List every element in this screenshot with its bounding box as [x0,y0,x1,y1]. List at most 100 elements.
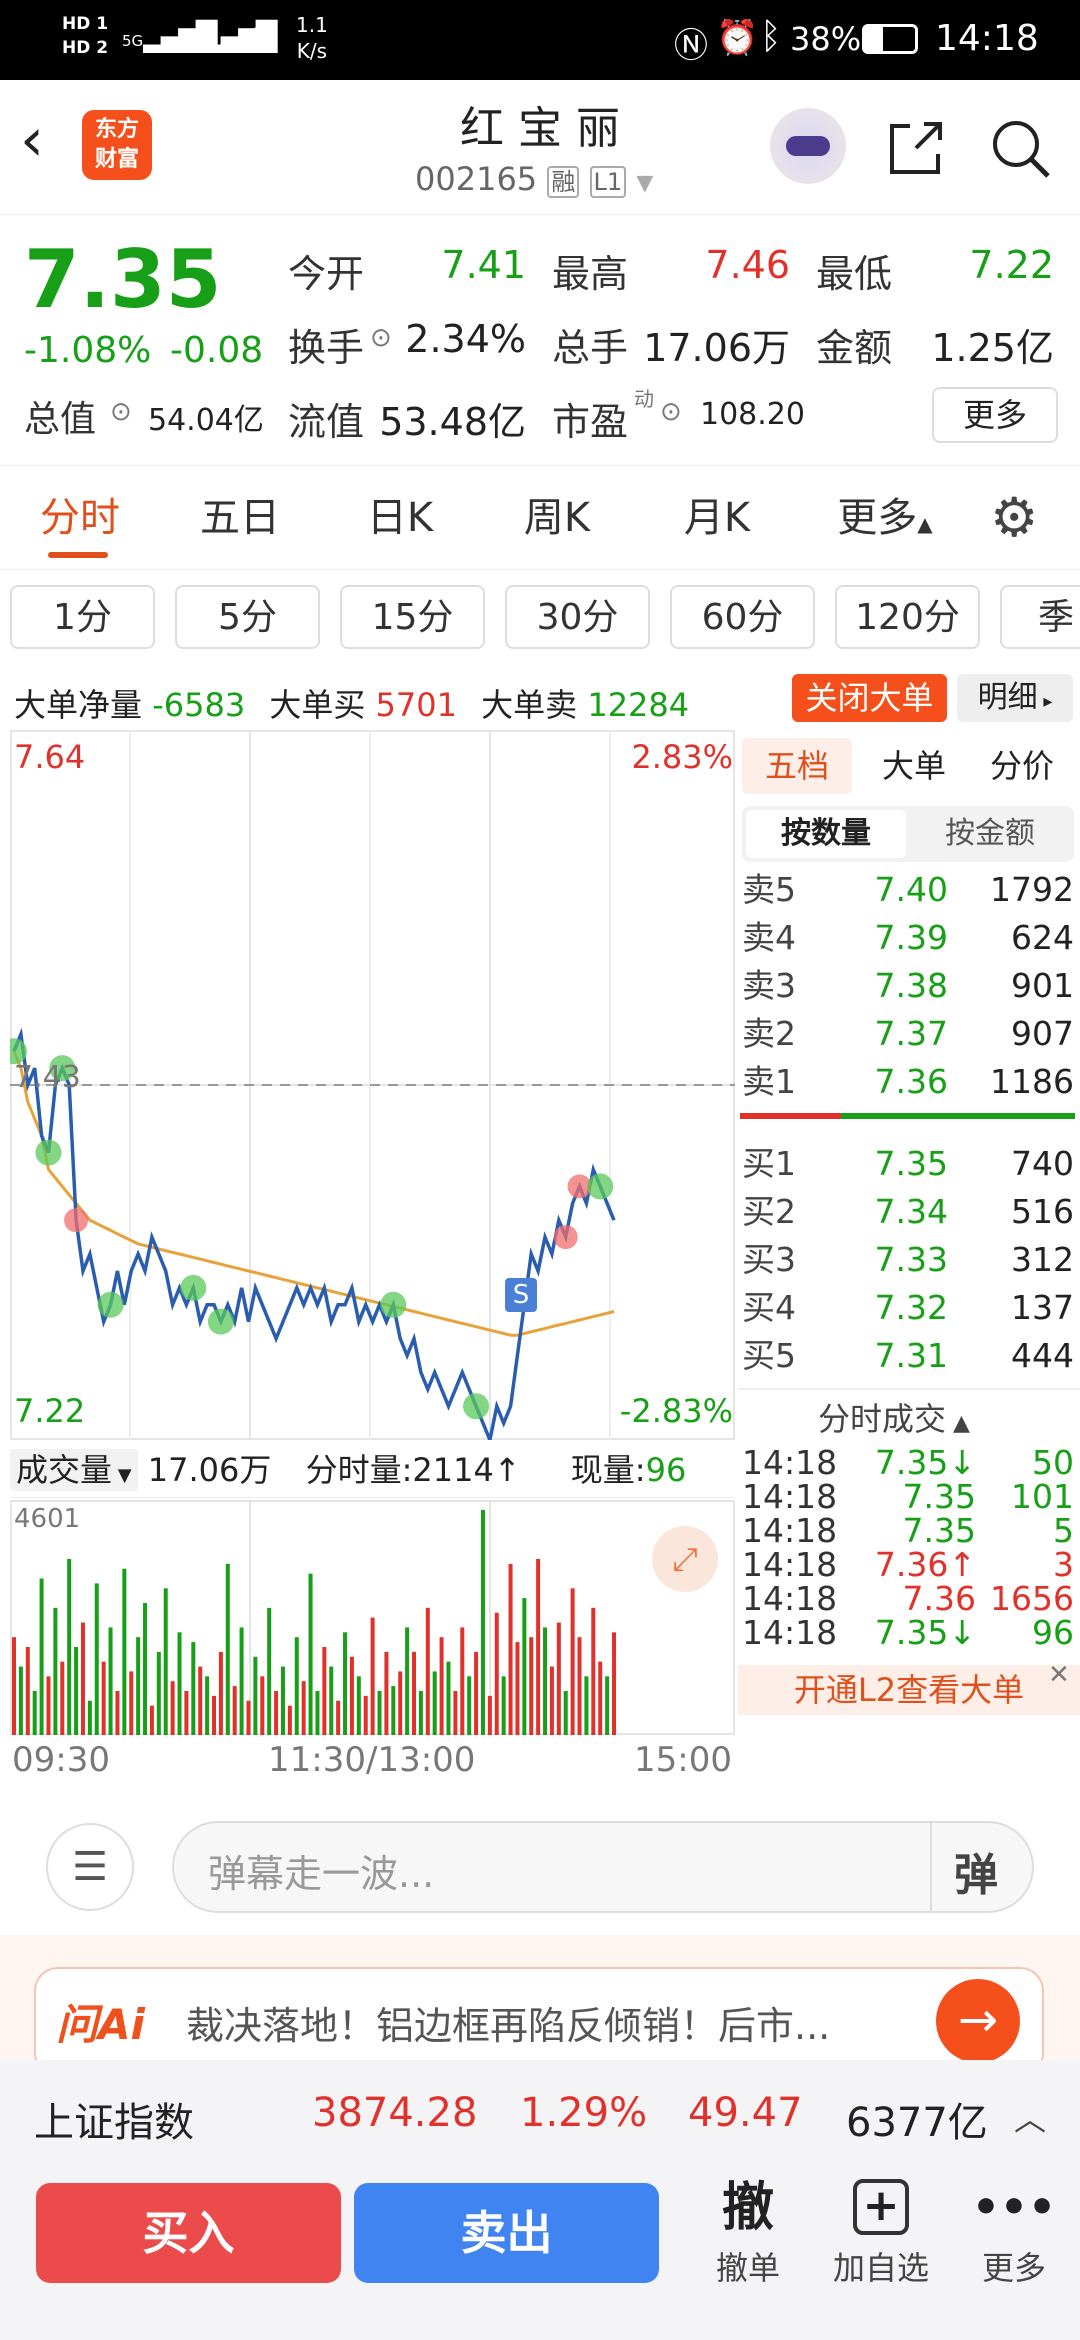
volume-bar [529,1637,534,1735]
volume-bar [25,1646,30,1735]
session-marker[interactable]: S [505,1278,537,1312]
info-icon[interactable]: ⊙ [370,323,392,353]
trade-qty: 50 [1032,1443,1074,1482]
volume-bar [308,1573,313,1735]
bid-level-price: 7.31 [874,1336,948,1375]
l2-upsell-banner[interactable]: 开通L2查看大单 [738,1665,1080,1715]
tab-five-level[interactable]: 五档 [742,738,852,794]
danmu-input[interactable]: 弹幕走一波... 弹 [172,1821,1034,1913]
stock-name: 红 宝 丽 [460,103,620,154]
volume-bar [598,1661,603,1735]
volume-bar [39,1578,44,1735]
tab-daily-k[interactable]: 日K [340,466,460,571]
sell-signal-dot [35,1139,62,1166]
by-amount-button[interactable]: 按金额 [910,810,1070,858]
cancel-order-button[interactable]: 撤 撤单 [700,2173,796,2289]
sell-button[interactable]: 卖出 [354,2183,659,2283]
volume-bar [53,1607,58,1735]
fullscreen-icon[interactable]: ⤢ [652,1526,718,1592]
pct-axis-bottom-label: -2.83% [619,1392,733,1430]
add-watchlist-button[interactable]: + 加自选 [828,2173,934,2289]
info-icon[interactable]: ⊙ [660,397,682,427]
volume-bar [225,1563,230,1735]
volume-value: 17.06万 [643,326,790,370]
close-icon[interactable]: ✕ [1048,1660,1070,1690]
tab-monthly-k[interactable]: 月K [657,466,777,571]
period-120min-button[interactable]: 120分 [835,585,980,649]
ask-level-row[interactable]: 卖2 7.37 907 [738,1010,1080,1058]
big-order-bar: 大单净量 -6583 大单买 5701 大单卖 12284 关闭大单 明细 ▸ [0,670,1080,730]
period-15min-button[interactable]: 15分 [340,585,485,649]
tab-big-orders[interactable]: 大单 [864,738,964,794]
share-icon[interactable] [886,118,946,178]
period-1min-button[interactable]: 1分 [10,585,155,649]
volume-bar [474,1651,479,1735]
stock-code-line[interactable]: 002165 融 L1 ▼ [415,160,653,198]
period-quarter-button[interactable]: 季 [1000,585,1080,649]
more-actions-button[interactable]: ••• 更多 [966,2173,1062,2289]
volume-bar [336,1700,341,1735]
cur-volume-value: 96 [645,1451,687,1489]
bid-level-row[interactable]: 买4 7.32 137 [738,1284,1080,1332]
ask-level-row[interactable]: 卖3 7.38 901 [738,962,1080,1010]
volume-bar [418,1690,423,1735]
period-60min-button[interactable]: 60分 [670,585,815,649]
bid-level-row[interactable]: 买3 7.33 312 [738,1236,1080,1284]
trade-price: 7.35↓ [874,1613,976,1652]
ask-level-row[interactable]: 卖5 7.40 1792 [738,866,1080,914]
more-quote-button[interactable]: 更多 [932,387,1058,443]
ask-level-row[interactable]: 卖1 7.36 1186 [738,1058,1080,1106]
danmu-send-icon[interactable]: 弹 [954,1839,998,1903]
volume-chart[interactable]: 4601 ⤢ [10,1500,735,1735]
volume-bar [205,1676,210,1735]
trade-time: 14:18 [742,1443,838,1482]
intraday-chart[interactable]: 7.64 2.83% 7.43 7.22 -2.83% S [1,730,735,1447]
period-5min-button[interactable]: 5分 [175,585,320,649]
volume-bar [391,1686,396,1735]
volume-bar [136,1637,141,1735]
bid-level-row[interactable]: 买2 7.34 516 [738,1188,1080,1236]
danmu-settings-icon[interactable]: ☰ [46,1823,134,1911]
ask-level-price: 7.40 [874,870,948,909]
bid-level-row[interactable]: 买1 7.35 740 [738,1140,1080,1188]
x-label-close: 15:00 [634,1740,732,1780]
info-icon[interactable]: ⊙ [110,397,132,427]
tab-price-dist[interactable]: 分价 [972,738,1072,794]
bid-level-row[interactable]: 买5 7.31 444 [738,1332,1080,1380]
by-quantity-button[interactable]: 按数量 [746,810,906,858]
change-amount: -0.08 [170,330,264,371]
volume-bar [149,1705,154,1735]
ask-level-qty: 1186 [990,1062,1074,1101]
detail-button[interactable]: 明细 ▸ [957,674,1073,722]
volume-bar [46,1676,51,1735]
pe-value: 108.20 [700,397,805,432]
tab-weekly-k[interactable]: 周K [497,466,617,571]
volume-bar [156,1651,161,1735]
chevron-up-icon[interactable]: ︿ [1014,2094,1046,2140]
volume-indicator-select[interactable]: 成交量 ▼ [10,1449,138,1491]
volume-bar [212,1695,216,1735]
settings-icon[interactable]: ⚙ [990,488,1038,548]
buy-button[interactable]: 买入 [36,2183,341,2283]
arrow-right-icon[interactable]: → [936,1979,1020,2063]
sell-signal-dot [463,1393,490,1420]
tab-more[interactable]: 更多▲ [820,466,950,571]
sell-signal-dot [207,1308,234,1335]
more-actions-label: 更多 [981,2249,1046,2287]
trades-title[interactable]: 分时成交 ▲ [818,1394,970,1440]
index-bar[interactable]: 上证指数 3874.28 1.29% 49.47 6377亿 ︿ [0,2060,1080,2165]
ask-level-row[interactable]: 卖4 7.39 624 [738,914,1080,962]
pe-dynamic-mark: 动 [634,387,654,411]
tab-five-day[interactable]: 五日 [180,466,300,571]
close-big-order-button[interactable]: 关闭大单 [792,674,947,722]
battery-percent: 38% [790,20,862,58]
period-30min-button[interactable]: 30分 [505,585,650,649]
ask-level-qty: 901 [1011,966,1074,1005]
back-icon[interactable]: ‹ [20,110,44,170]
market-cap-value: 54.04亿 [148,403,264,438]
bid-level-price: 7.33 [874,1240,948,1279]
ask-level-qty: 624 [1011,918,1074,957]
search-icon[interactable] [990,118,1052,180]
robot-assistant-icon[interactable] [770,108,846,184]
ask-level-price: 7.39 [874,918,948,957]
